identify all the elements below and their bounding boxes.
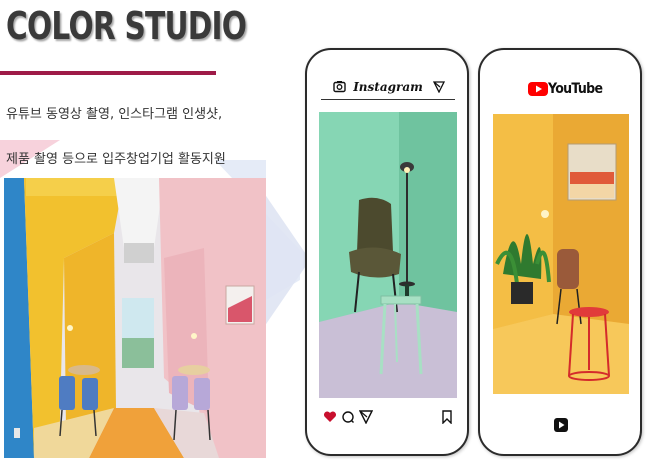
- studio-hallway-photo: [4, 178, 266, 458]
- comment-icon[interactable]: [341, 410, 355, 424]
- heart-icon[interactable]: [323, 410, 337, 424]
- youtube-video-thumbnail: [493, 114, 629, 394]
- description-line-1: 유튜브 동영상 촬영, 인스타그램 인생샷,: [6, 107, 223, 122]
- youtube-phone-mockup: YouTube: [478, 48, 642, 456]
- youtube-logo-icon: [528, 82, 548, 96]
- instagram-post-photo: [319, 112, 457, 398]
- instagram-action-bar: [321, 410, 455, 428]
- play-icon[interactable]: [554, 418, 568, 432]
- instagram-header: Instagram: [321, 78, 455, 100]
- description-line-2: 제품 촬영 등으로 입주창업기업 활동지원: [6, 152, 226, 167]
- bookmark-icon[interactable]: [441, 410, 453, 424]
- share-icon[interactable]: [359, 410, 373, 424]
- send-icon[interactable]: [433, 81, 445, 93]
- youtube-wordmark: YouTube: [548, 81, 603, 97]
- instagram-phone-mockup: Instagram: [305, 48, 469, 456]
- title-underline: [0, 71, 216, 75]
- page-title: COLOR STUDIO: [6, 4, 247, 48]
